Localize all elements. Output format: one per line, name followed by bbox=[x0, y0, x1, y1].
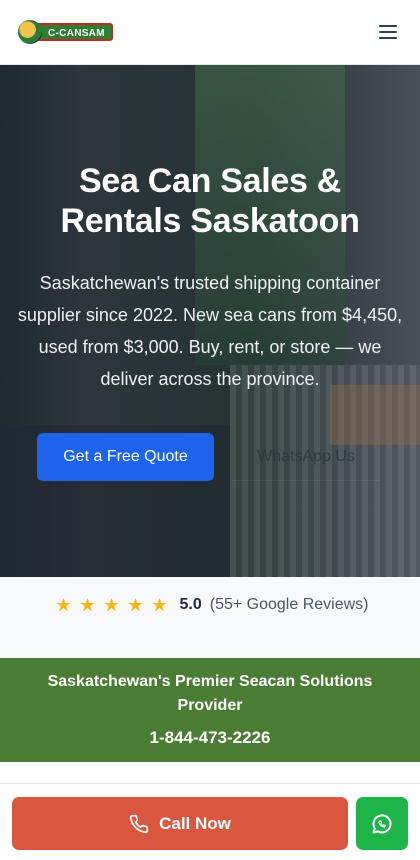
star-icon: ★ bbox=[151, 595, 168, 615]
reviews-row: ★ ★ ★ ★ ★ 5.0 (55+ Google Reviews) bbox=[0, 594, 420, 616]
logo-text: C-CANSAM bbox=[38, 23, 113, 41]
whatsapp-us-button[interactable]: WhatsApp Us bbox=[232, 433, 380, 481]
review-count[interactable]: (55+ Google Reviews) bbox=[210, 596, 369, 614]
call-now-button[interactable]: Call Now bbox=[12, 797, 348, 850]
hero-content: Sea Can Sales & Rentals Saskatoon Saskat… bbox=[0, 65, 420, 577]
whatsapp-button[interactable] bbox=[356, 797, 408, 850]
hero-section: Sea Can Sales & Rentals Saskatoon Saskat… bbox=[0, 65, 420, 577]
hamburger-menu-icon[interactable] bbox=[374, 18, 402, 46]
sticky-bottom-bar: Call Now bbox=[0, 783, 420, 860]
site-header: C-CANSAM bbox=[0, 0, 420, 65]
phone-icon bbox=[130, 814, 149, 833]
star-icon: ★ bbox=[103, 595, 120, 615]
premier-banner: Saskatchewan's Premier Seacan Solutions … bbox=[0, 658, 420, 762]
reviews-strip: ★ ★ ★ ★ ★ 5.0 (55+ Google Reviews) bbox=[0, 577, 420, 658]
rating-value: 5.0 bbox=[179, 596, 202, 613]
pelican-logo-icon bbox=[18, 20, 42, 44]
star-icon: ★ bbox=[127, 595, 144, 615]
call-now-label: Call Now bbox=[159, 813, 231, 833]
banner-phone-link[interactable]: 1-844-473-2226 bbox=[0, 726, 420, 750]
page: C-CANSAM Sea Can Sales & Rentals Saskato… bbox=[0, 0, 420, 860]
star-icon: ★ bbox=[55, 595, 72, 615]
banner-title: Saskatchewan's Premier Seacan Solutions … bbox=[47, 673, 373, 714]
hero-title: Sea Can Sales & Rentals Saskatoon bbox=[60, 162, 360, 240]
get-free-quote-button[interactable]: Get a Free Quote bbox=[37, 433, 214, 481]
star-icon: ★ bbox=[79, 595, 96, 615]
hero-subtitle: Saskatchewan's trusted shipping containe… bbox=[17, 273, 403, 389]
whatsapp-icon bbox=[372, 813, 392, 833]
site-logo[interactable]: C-CANSAM bbox=[18, 20, 113, 44]
